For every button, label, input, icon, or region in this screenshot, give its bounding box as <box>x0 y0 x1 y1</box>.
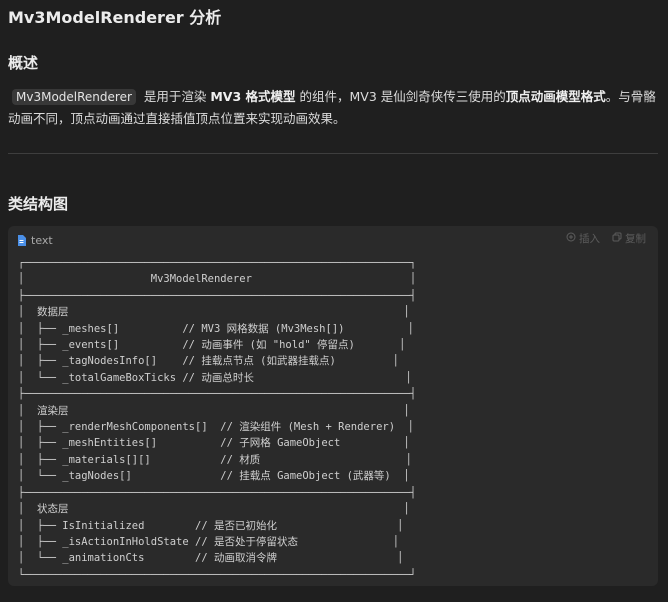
structure-heading: 类结构图 <box>8 195 69 213</box>
code-block-header: text 插入 复制 <box>8 226 658 250</box>
intro-paragraph: Mv3ModelRenderer 是用于渲染 MV3 格式模型 的组件，MV3 … <box>8 86 660 130</box>
class-structure-diagram: ┌───────────────────────────────────────… <box>18 257 417 581</box>
code-block: text 插入 复制 ┌────────────────────────────… <box>8 226 658 586</box>
intro-bold-1: MV3 格式模型 <box>210 89 296 104</box>
inline-code-class-name: Mv3ModelRenderer <box>12 89 136 105</box>
file-icon <box>17 231 26 250</box>
copy-label: 复制 <box>625 233 646 245</box>
code-language-tag: text <box>17 231 53 250</box>
intro-text-1: 是用于渲染 <box>139 89 211 104</box>
intro-text-2: 的组件，MV3 是仙剑奇侠传三使用的 <box>295 89 506 104</box>
insert-button[interactable]: 插入 <box>566 231 600 246</box>
overview-heading: 概述 <box>8 54 39 72</box>
page-title: Mv3ModelRenderer 分析 <box>8 8 222 27</box>
code-block-actions: 插入 复制 <box>566 231 646 246</box>
horizontal-divider <box>8 153 658 154</box>
insert-icon <box>566 232 576 245</box>
copy-button[interactable]: 复制 <box>612 231 646 246</box>
copy-icon <box>612 232 622 245</box>
insert-label: 插入 <box>579 233 600 245</box>
code-language-label: text <box>31 234 53 247</box>
code-block-body: ┌───────────────────────────────────────… <box>18 255 652 581</box>
intro-bold-2: 顶点动画模型格式 <box>505 89 606 104</box>
